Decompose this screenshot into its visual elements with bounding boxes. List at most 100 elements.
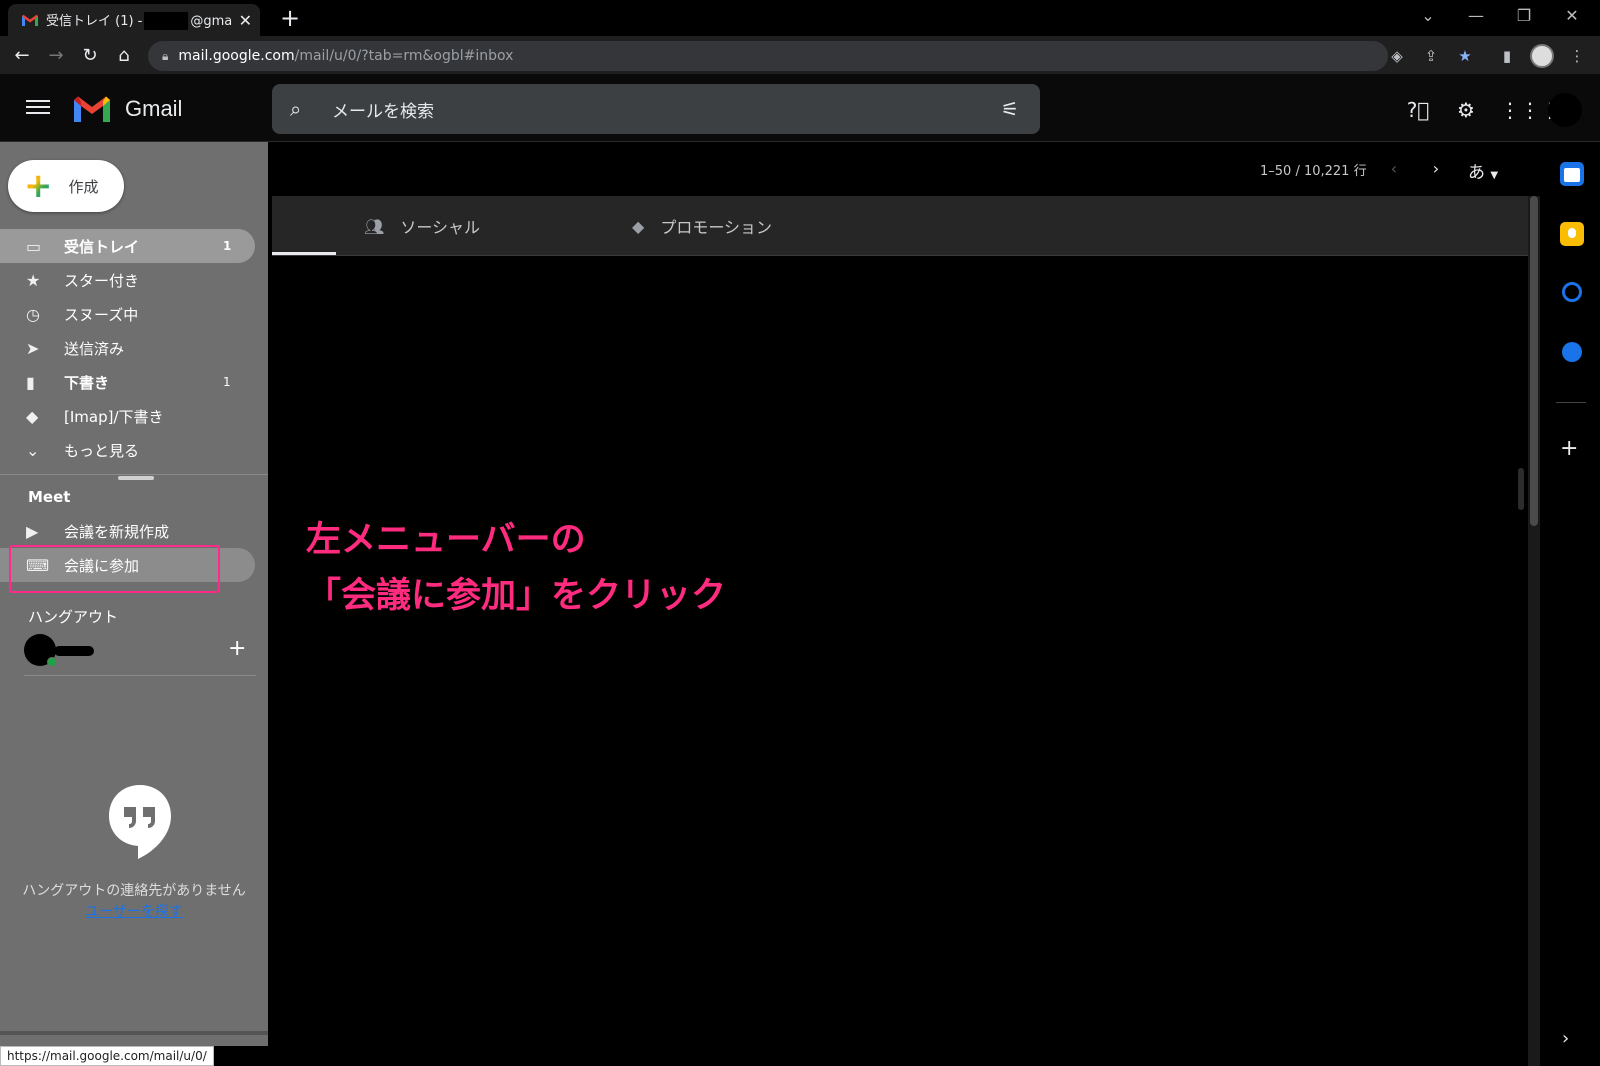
pagination-text: 1–50 / 10,221 行 (1260, 164, 1367, 179)
tab-search-icon[interactable]: ⌄ (1404, 0, 1452, 32)
sidebar-item-label: 会議を新規作成 (64, 522, 170, 541)
compose-plus-icon: + (24, 166, 53, 206)
draft-icon: ▮ (26, 372, 35, 392)
tasks-icon[interactable] (1562, 282, 1582, 302)
sidebar-item-inbox[interactable]: ▭ 受信トレイ 1 (0, 229, 255, 263)
compose-label: 作成 (68, 177, 99, 196)
help-icon[interactable]: ?⃝ (1404, 96, 1432, 124)
star-icon: ★ (26, 270, 41, 290)
sidebar-item-snoozed[interactable]: ◷ スヌーズ中 (0, 297, 255, 331)
divider (1556, 402, 1586, 403)
message-list (272, 256, 1528, 1066)
home-button[interactable]: ⌂ (110, 42, 138, 70)
new-tab-button[interactable]: + (276, 4, 304, 32)
address-bar[interactable]: 🔒︎ mail.google.com/mail/u/0/?tab=rm&ogbl… (148, 41, 1388, 71)
input-tools-button[interactable]: あ ▼ (1468, 158, 1498, 183)
calendar-icon[interactable] (1560, 162, 1584, 186)
gmail-wordmark: Gmail (125, 96, 183, 121)
tag-icon: ◆ (632, 216, 645, 236)
gmail-logo (74, 96, 110, 122)
sidebar-item-label: 送信済み (64, 339, 125, 358)
sidebar-item-new-meeting[interactable]: ▶ 会議を新規作成 (0, 514, 255, 548)
gmail-favicon-icon (22, 14, 38, 26)
list-scrollbar-thumb[interactable] (1518, 468, 1524, 510)
main-menu-icon[interactable] (24, 96, 52, 120)
browser-tab[interactable]: 受信トレイ (1) - @gmail.co ✕ (8, 4, 260, 36)
tab-title-suffix: @gmail.co (190, 13, 233, 29)
sidebar-item-sent[interactable]: ➤ 送信済み (0, 331, 255, 365)
side-panel-rail (1540, 142, 1600, 1066)
meet-heading: Meet (28, 488, 71, 506)
highlight-box (9, 545, 220, 593)
sidebar-item-imap-drafts[interactable]: ◆ [Imap]/下書き (0, 399, 255, 433)
clock-icon: ◷ (26, 304, 40, 324)
find-users-link[interactable]: ユーザーを探す (0, 901, 268, 921)
instruction-annotation: 左メニューバーの 「会議に参加」をクリック (306, 512, 726, 624)
keep-icon[interactable] (1560, 222, 1584, 246)
inbox-icon: ▭ (26, 236, 42, 256)
minimize-button[interactable]: — (1452, 0, 1500, 32)
hangouts-heading: ハングアウト (28, 608, 119, 626)
search-options-icon[interactable]: ⚟ (990, 97, 1030, 121)
hide-side-panel-icon[interactable]: › (1562, 1028, 1569, 1049)
sidebar-item-label: [Imap]/下書き (64, 407, 164, 426)
sidebar-item-label: スター付き (64, 271, 140, 290)
reload-button[interactable]: ↻ (76, 42, 104, 70)
status-bar-url: https://mail.google.com/mail/u/0/ (0, 1046, 214, 1066)
label-icon: ◆ (26, 406, 39, 426)
settings-gear-icon[interactable]: ⚙ (1452, 96, 1480, 124)
sidebar-item-label: スヌーズ中 (64, 305, 139, 324)
add-contact-icon[interactable]: + (228, 636, 246, 661)
search-icon[interactable]: ⌕ (290, 97, 318, 121)
redacted-email (144, 12, 189, 31)
account-avatar[interactable] (1548, 93, 1582, 127)
hangouts-bubble-icon (109, 785, 171, 859)
sidebar-item-starred[interactable]: ★ スター付き (0, 263, 255, 297)
sidebar-scrollbar[interactable] (0, 1031, 268, 1035)
search-input[interactable]: メールを検索 (332, 97, 990, 122)
older-page-icon[interactable]: ‹ (1382, 157, 1406, 181)
sidebar-item-label: 受信トレイ (64, 237, 140, 256)
url-host: mail.google.com (178, 48, 295, 64)
contacts-icon[interactable] (1562, 342, 1582, 362)
side-panel-icon[interactable]: ▮ (1496, 46, 1518, 66)
chevron-down-icon: ⌄ (26, 440, 40, 460)
restore-button[interactable]: ❐ (1500, 0, 1548, 32)
active-tab-indicator (272, 252, 336, 255)
tab-social[interactable]: 👥︎ ソーシャル (364, 196, 480, 256)
newer-page-icon[interactable]: › (1424, 157, 1448, 181)
apps-grid-icon[interactable]: ⋮⋮⋮ (1500, 96, 1560, 124)
tab-promotions[interactable]: ◆ プロモーション (632, 196, 772, 256)
sidebar-item-label: 下書き (64, 373, 110, 392)
people-icon: 👥︎ (364, 216, 385, 236)
profile-avatar[interactable] (1530, 44, 1554, 68)
sidebar-item-label: もっと見る (64, 441, 140, 460)
share-icon[interactable]: ⇪ (1420, 46, 1442, 66)
tab-close-icon[interactable]: ✕ (239, 11, 252, 30)
no-contacts-text: ハングアウトの連絡先がありません (22, 883, 246, 899)
resize-handle[interactable] (118, 476, 154, 480)
bookmark-star-icon[interactable]: ★ (1454, 46, 1476, 66)
sidebar-item-drafts[interactable]: ▮ 下書き 1 (0, 365, 255, 399)
window-close-button[interactable]: ✕ (1548, 0, 1596, 32)
back-button[interactable]: ← (8, 42, 36, 70)
unread-count: 1 (223, 239, 232, 253)
tab-label: ソーシャル (400, 218, 480, 237)
privacy-eye-icon[interactable]: ◈ (1386, 46, 1408, 66)
browser-menu-icon[interactable]: ⋮ (1566, 46, 1588, 66)
forward-button[interactable]: → (42, 42, 70, 70)
main-scrollbar-thumb[interactable] (1530, 196, 1538, 526)
url-path: /mail/u/0/?tab=rm&ogbl#inbox (294, 48, 514, 64)
video-camera-icon: ▶ (26, 521, 39, 541)
send-icon: ➤ (26, 338, 40, 358)
divider (0, 474, 268, 475)
redacted-user-name (54, 646, 94, 656)
annotation-line-1: 左メニューバーの (306, 520, 586, 560)
tab-label: プロモーション (660, 218, 772, 237)
mail-search-box[interactable]: ⌕ メールを検索 ⚟ (272, 84, 1040, 134)
caret-down-icon: ▼ (1490, 170, 1499, 181)
get-addons-icon[interactable]: + (1560, 436, 1578, 461)
sidebar-item-more[interactable]: ⌄ もっと見る (0, 433, 255, 467)
compose-button[interactable]: + 作成 (8, 160, 124, 212)
divider (24, 675, 256, 676)
